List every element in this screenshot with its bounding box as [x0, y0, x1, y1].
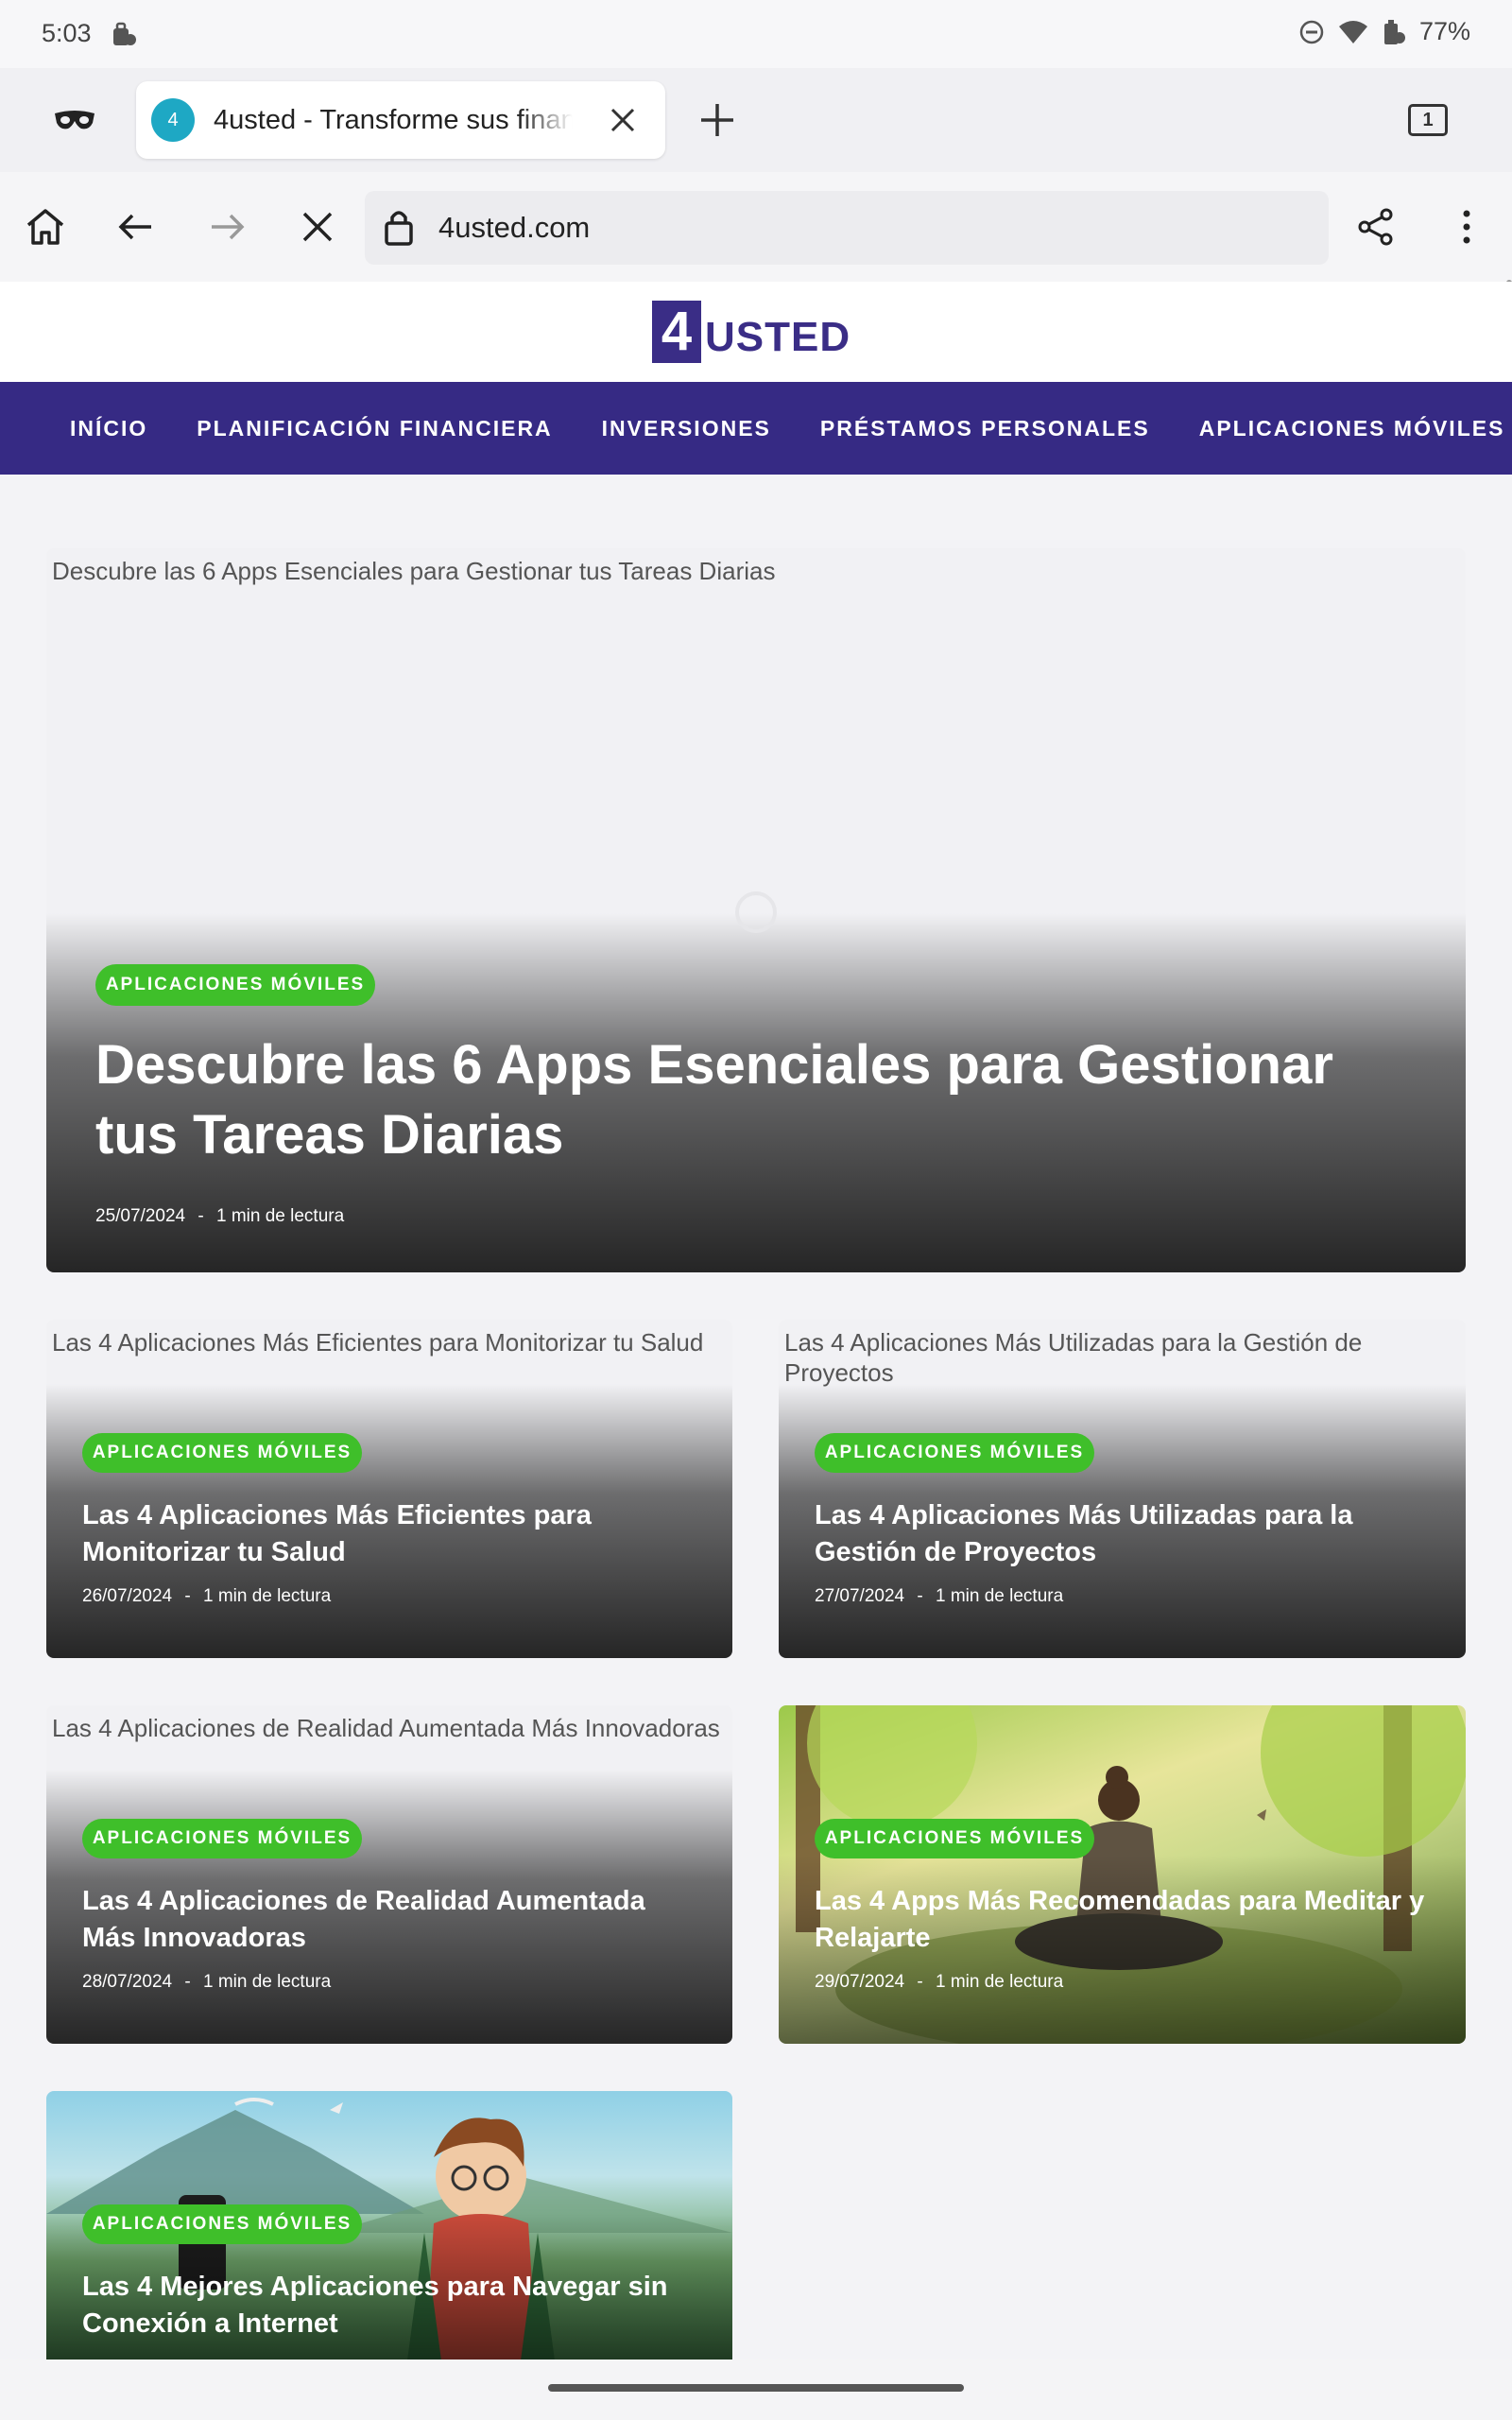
- tab-title: 4usted - Transforme sus finanzas: [214, 104, 573, 135]
- meta-separator: -: [184, 1972, 191, 1992]
- incognito-icon[interactable]: [53, 106, 96, 132]
- stop-loading-icon[interactable]: [297, 206, 338, 248]
- logo-mark: 4: [652, 301, 701, 363]
- status-time: 5:03: [42, 19, 92, 47]
- tab-favicon: 4: [151, 98, 195, 142]
- read-time: 1 min de lectura: [202, 1586, 332, 1606]
- read-time: 1 min de lectura: [202, 1972, 332, 1992]
- meta-separator: -: [917, 1972, 923, 1992]
- lock-icon[interactable]: [384, 208, 414, 246]
- article-title[interactable]: Descubre las 6 Apps Esenciales para Gest…: [95, 1030, 1418, 1170]
- article-title[interactable]: Las 4 Aplicaciones Más Eficientes para M…: [82, 1497, 687, 1571]
- site-nav: INÍCIO PLANIFICACIÓN FINANCIERA INVERSIO…: [0, 382, 1512, 475]
- back-arrow-icon[interactable]: [115, 206, 157, 248]
- meta-separator: -: [917, 1586, 923, 1606]
- meta-separator: -: [198, 1206, 204, 1226]
- meta-separator: -: [184, 1586, 191, 1606]
- category-badge[interactable]: APLICACIONES MÓVILES: [815, 1819, 1094, 1858]
- featured-article-card[interactable]: Descubre las 6 Apps Esenciales para Gest…: [46, 548, 1466, 1272]
- battery-icon: [1383, 19, 1405, 44]
- battery-level: 77%: [1418, 17, 1470, 45]
- article-meta: 26/07/2024 - 1 min de lectura: [82, 1586, 331, 1607]
- status-bar: 5:03 77%: [0, 0, 1512, 68]
- loading-spinner-icon: [735, 891, 777, 933]
- logo-word: USTED: [705, 314, 851, 360]
- article-card[interactable]: Las 4 Aplicaciones Más Eficientes para M…: [46, 1320, 732, 1658]
- article-meta: 29/07/2024 - 1 min de lectura: [815, 1972, 1063, 1993]
- read-time: 1 min de lectura: [935, 1972, 1064, 1992]
- article-card[interactable]: Las 4 Aplicaciones Más Utilizadas para l…: [779, 1320, 1466, 1658]
- image-alt-text: Descubre las 6 Apps Esenciales para Gest…: [52, 557, 776, 585]
- new-tab-icon[interactable]: [699, 102, 735, 138]
- browser-toolbar: 4usted.com: [0, 172, 1512, 282]
- article-date: 26/07/2024: [82, 1586, 173, 1606]
- category-badge[interactable]: APLICACIONES MÓVILES: [82, 1819, 362, 1858]
- image-alt-text: Las 4 Aplicaciones Más Eficientes para M…: [52, 1328, 704, 1357]
- status-icons: 77%: [1298, 17, 1470, 46]
- share-icon[interactable]: [1355, 206, 1397, 248]
- more-options-icon[interactable]: [1446, 206, 1487, 248]
- web-page: 4 USTED INÍCIO PLANIFICACIÓN FINANCIERA …: [0, 282, 1512, 2360]
- site-logo[interactable]: 4 USTED: [652, 301, 850, 363]
- read-time: 1 min de lectura: [215, 1206, 345, 1226]
- category-badge[interactable]: APLICACIONES MÓVILES: [815, 1433, 1094, 1473]
- address-bar[interactable]: 4usted.com: [365, 191, 1329, 265]
- category-badge[interactable]: APLICACIONES MÓVILES: [82, 2204, 362, 2244]
- tab-switcher-button[interactable]: 1: [1408, 104, 1448, 136]
- nav-item-inicio[interactable]: INÍCIO: [70, 416, 147, 441]
- article-date: 29/07/2024: [815, 1972, 905, 1992]
- tab-strip: 4 4usted - Transforme sus finanzas 1: [0, 68, 1512, 172]
- article-date: 27/07/2024: [815, 1586, 905, 1606]
- nav-item-prestamos[interactable]: PRÉSTAMOS PERSONALES: [820, 416, 1150, 441]
- work-profile-icon: [113, 22, 136, 45]
- close-tab-icon[interactable]: [609, 106, 637, 134]
- read-time: 1 min de lectura: [935, 1586, 1064, 1606]
- wifi-icon: [1338, 20, 1367, 43]
- article-date: 25/07/2024: [95, 1206, 186, 1226]
- browser-tab-active[interactable]: 4 4usted - Transforme sus finanzas: [136, 81, 665, 159]
- article-card[interactable]: APLICACIONES MÓVILES Las 4 Apps Más Reco…: [779, 1705, 1466, 2044]
- article-meta: 27/07/2024 - 1 min de lectura: [815, 1586, 1063, 1607]
- article-title[interactable]: Las 4 Mejores Aplicaciones para Navegar …: [82, 2269, 706, 2342]
- gesture-handle[interactable]: [548, 2384, 964, 2392]
- dnd-icon: [1299, 20, 1324, 43]
- site-header: 4 USTED: [0, 282, 1512, 382]
- article-meta: 28/07/2024 - 1 min de lectura: [82, 1972, 331, 1993]
- nav-item-inversiones[interactable]: INVERSIONES: [602, 416, 771, 441]
- nav-item-planificacion[interactable]: PLANIFICACIÓN FINANCIERA: [197, 416, 552, 441]
- article-title[interactable]: Las 4 Aplicaciones de Realidad Aumentada…: [82, 1883, 706, 1957]
- forward-arrow-icon[interactable]: [206, 206, 248, 248]
- article-meta: 25/07/2024 - 1 min de lectura: [95, 1206, 344, 1227]
- home-icon[interactable]: [25, 206, 66, 248]
- image-alt-text: Las 4 Aplicaciones Más Utilizadas para l…: [784, 1328, 1363, 1387]
- article-title[interactable]: Las 4 Aplicaciones Más Utilizadas para l…: [815, 1497, 1419, 1571]
- article-card[interactable]: APLICACIONES MÓVILES Las 4 Mejores Aplic…: [46, 2091, 732, 2360]
- article-title[interactable]: Las 4 Apps Más Recomendadas para Meditar…: [815, 1883, 1438, 1957]
- url-text[interactable]: 4usted.com: [438, 211, 590, 245]
- article-date: 28/07/2024: [82, 1972, 173, 1992]
- category-badge[interactable]: APLICACIONES MÓVILES: [95, 964, 375, 1006]
- category-badge[interactable]: APLICACIONES MÓVILES: [82, 1433, 362, 1473]
- image-alt-text: Las 4 Aplicaciones de Realidad Aumentada…: [52, 1714, 720, 1742]
- article-card[interactable]: Las 4 Aplicaciones de Realidad Aumentada…: [46, 1705, 732, 2044]
- gesture-bar: [0, 2360, 1512, 2420]
- nav-item-aplicaciones[interactable]: APLICACIONES MÓVILES: [1199, 416, 1505, 441]
